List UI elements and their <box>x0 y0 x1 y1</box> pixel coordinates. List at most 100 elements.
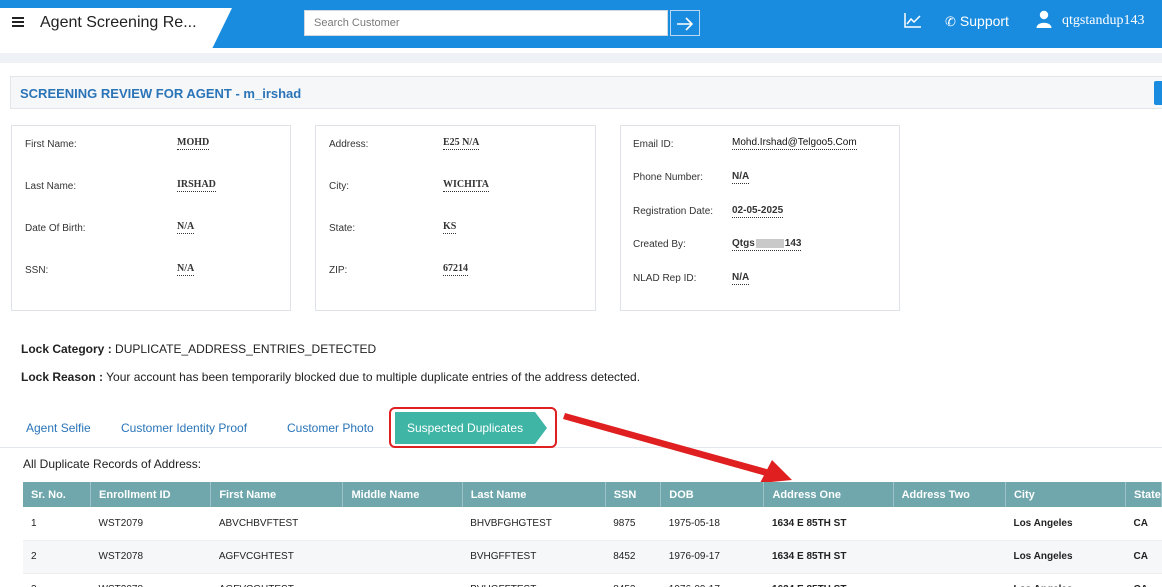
table-cell: 8452 <box>605 540 661 574</box>
phone-icon: ✆ <box>945 14 956 29</box>
created-by-suffix: 143 <box>784 238 802 249</box>
registration-date-label: Registration Date: <box>633 206 714 217</box>
panel-action-button[interactable] <box>1154 81 1162 105</box>
dob-value: N/A <box>177 221 195 234</box>
app-title: Agent Screening Re... <box>40 14 197 31</box>
table-cell: Los Angeles <box>1005 540 1126 574</box>
table-cell: BVHGFFTEST <box>462 573 606 587</box>
table-cell: WST2079 <box>90 507 211 541</box>
lock-reason-value: Your account has been temporarily blocke… <box>103 370 641 384</box>
table-cell: 1634 E 85TH ST <box>763 540 894 574</box>
username-menu[interactable]: qtgstandup143 <box>1062 13 1144 29</box>
search-bar <box>304 10 700 36</box>
document-tabs: Agent Selfie Customer Identity Proof Cus… <box>0 408 1162 448</box>
table-cell <box>893 507 1006 541</box>
lock-reason: Lock Reason : Your account has been temp… <box>21 370 640 384</box>
address-value: E25 N/A <box>443 137 480 150</box>
redacted-text <box>755 238 784 248</box>
table-cell <box>342 507 463 541</box>
email-label: Email ID: <box>633 139 674 150</box>
state-label: State: <box>329 223 356 234</box>
table-cell: CA <box>1125 540 1162 574</box>
zip-label: ZIP: <box>329 265 348 276</box>
column-header: Last Name <box>462 482 606 507</box>
panel-header: SCREENING REVIEW FOR AGENT - m_irshad <box>10 76 1162 109</box>
page-title: SCREENING REVIEW FOR AGENT - m_irshad <box>20 86 302 101</box>
column-header: DOB <box>660 482 765 507</box>
last-name-label: Last Name: <box>25 181 77 192</box>
table-cell: 1976-09-17 <box>660 540 764 574</box>
annotation-highlight-box <box>389 407 557 448</box>
nlad-rep-id-value: N/A <box>732 272 750 285</box>
table-cell: WST2078 <box>90 540 211 574</box>
table-cell <box>342 573 463 587</box>
column-header: Sr. No. <box>23 482 92 507</box>
table-header-row: Sr. No. Enrollment ID First Name Middle … <box>23 482 1162 507</box>
search-customer-input[interactable] <box>304 10 668 36</box>
table-cell <box>893 573 1006 587</box>
table-row: 3 WST2078 AGFVCGHTEST BVHGFFTEST 8452 19… <box>23 573 1162 587</box>
table-cell: CA <box>1125 507 1162 541</box>
tab-customer-identity-proof[interactable]: Customer Identity Proof <box>121 421 247 435</box>
duplicates-table: Sr. No. Enrollment ID First Name Middle … <box>23 482 1162 587</box>
table-cell: WST2078 <box>90 573 211 587</box>
chart-trend-icon[interactable] <box>904 12 922 28</box>
table-row: 2 WST2078 AGFVCGHTEST BVHGFFTEST 8452 19… <box>23 540 1162 574</box>
table-cell: AGFVCGHTEST <box>210 540 343 574</box>
table-cell: ABVCHBVFTEST <box>210 507 343 541</box>
lock-category-value: DUPLICATE_ADDRESS_ENTRIES_DETECTED <box>111 342 377 356</box>
column-header: First Name <box>210 482 344 507</box>
created-by-value: Qtgs 143 <box>732 238 802 251</box>
table-cell: 1634 E 85TH ST <box>763 507 894 541</box>
duplicates-title: All Duplicate Records of Address: <box>23 457 202 471</box>
last-name-value: IRSHAD <box>177 179 216 192</box>
nlad-rep-id-label: NLAD Rep ID: <box>633 273 697 284</box>
table-cell: CA <box>1125 573 1162 587</box>
phone-value: N/A <box>732 171 750 184</box>
created-by-prefix: Qtgs <box>732 238 755 249</box>
column-header: Enrollment ID <box>90 482 212 507</box>
lock-reason-label: Lock Reason : <box>21 370 104 384</box>
registration-date-value: 02-05-2025 <box>732 205 784 218</box>
column-header: Middle Name <box>342 482 463 507</box>
header-divider-band <box>0 53 1162 63</box>
created-by-label: Created By: <box>633 239 686 250</box>
ssn-value: N/A <box>177 263 195 276</box>
table-cell: 9875 <box>605 507 661 541</box>
user-icon[interactable] <box>1036 10 1052 28</box>
table-cell: 1 <box>23 507 91 541</box>
table-cell: Los Angeles <box>1005 507 1126 541</box>
table-cell: 3 <box>23 573 91 587</box>
table-cell: 1975-05-18 <box>660 507 764 541</box>
table-cell: 1634 E 85TH ST <box>763 573 894 587</box>
column-header: Address One <box>763 482 894 507</box>
hamburger-menu-icon[interactable] <box>12 17 24 27</box>
phone-label: Phone Number: <box>633 172 704 183</box>
first-name-value: MOHD <box>177 137 210 150</box>
table-cell: AGFVCGHTEST <box>210 573 343 587</box>
ssn-label: SSN: <box>25 265 49 276</box>
dob-label: Date Of Birth: <box>25 223 86 234</box>
email-value: Mohd.Irshad@Telgoo5.Com <box>732 137 857 150</box>
arrow-right-icon <box>677 17 694 31</box>
table-cell: Los Angeles <box>1005 573 1126 587</box>
address-info-card: Address: E25 N/A City: WICHITA State: KS… <box>315 125 596 311</box>
column-header: Address Two <box>893 482 1006 507</box>
first-name-label: First Name: <box>25 139 77 150</box>
address-label: Address: <box>329 139 369 150</box>
lock-category-label: Lock Category : <box>21 342 112 356</box>
state-value: KS <box>443 221 457 234</box>
city-label: City: <box>329 181 349 192</box>
support-link[interactable]: ✆ Support <box>945 13 1009 30</box>
table-cell <box>893 540 1006 574</box>
search-submit-button[interactable] <box>670 10 700 36</box>
table-cell: BHVBFGHGTEST <box>462 507 606 541</box>
lock-category: Lock Category : DUPLICATE_ADDRESS_ENTRIE… <box>21 342 376 356</box>
contact-info-card: Email ID: Mohd.Irshad@Telgoo5.Com Phone … <box>620 125 900 311</box>
table-cell: 8452 <box>605 573 661 587</box>
support-label: Support <box>959 13 1009 29</box>
table-cell: 1976-09-17 <box>660 573 764 587</box>
tab-customer-photo[interactable]: Customer Photo <box>287 421 374 435</box>
column-header: SSN <box>605 482 662 507</box>
tab-agent-selfie[interactable]: Agent Selfie <box>26 421 91 435</box>
